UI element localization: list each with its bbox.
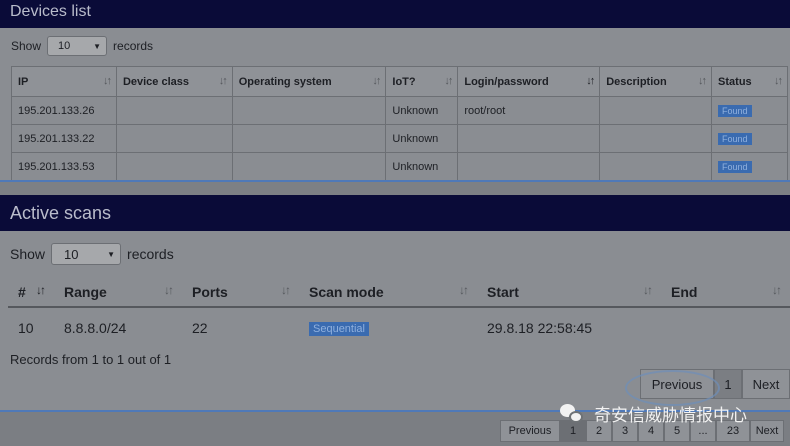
cell-number: 10 (18, 319, 34, 336)
cell-description (599, 124, 713, 153)
table-row[interactable]: 195.201.133.22 Unknown Found (11, 124, 788, 153)
column-header-start[interactable]: Start ↓↑ (477, 277, 661, 308)
show-label: Show (10, 246, 46, 262)
devices-table: IP ↓↑ Device class ↓↑ Operating system ↓↑ I… (11, 66, 788, 180)
devices-page-size-control: Show 10 ▼ records (11, 36, 153, 56)
scans-page-size-select[interactable]: 10 ▼ (51, 243, 122, 265)
cell-ip: 195.201.133.26 (11, 96, 117, 125)
wechat-icon (560, 403, 584, 424)
cell-device-class (115, 152, 233, 180)
cell-login-password: root/root (457, 96, 601, 125)
show-label: Show (11, 39, 42, 53)
sort-icon: ↓↑ (774, 75, 783, 87)
table-header-row: # ↓↑ Range ↓↑ Ports ↓↑ Scan mode ↓↑ Start ↓↑ … (8, 277, 790, 308)
status-badge: Found (718, 160, 752, 173)
column-header-end[interactable]: End ↓↑ (661, 277, 790, 308)
table-row[interactable]: 195.201.133.26 Unknown root/root Found (11, 96, 788, 125)
table-header-row: IP ↓↑ Device class ↓↑ Operating system ↓↑ I… (11, 66, 788, 97)
records-label: records (113, 39, 154, 53)
column-header-iot[interactable]: IoT? ↓↑ (385, 66, 459, 97)
next-page-button[interactable]: Next (742, 369, 790, 399)
cell-iot: Unknown (385, 124, 459, 153)
watermark-text: 奇安信威胁情报中心 (594, 406, 747, 425)
cell-device-class (115, 124, 233, 153)
cell-range: 8.8.8.0/24 (64, 319, 127, 336)
cell-description (599, 96, 713, 125)
cell-status: Found (711, 152, 788, 180)
sort-active-icon: ↓↑ (36, 283, 46, 297)
scans-table: # ↓↑ Range ↓↑ Ports ↓↑ Scan mode ↓↑ Start ↓↑ … (8, 277, 790, 347)
column-header-number[interactable]: # ↓↑ (8, 277, 54, 308)
cell-status: Found (711, 124, 788, 153)
chevron-down-icon: ▼ (93, 41, 102, 51)
cell-login-password (457, 124, 601, 153)
cell-scan-mode: Sequential (299, 307, 477, 347)
sort-icon: ↓↑ (444, 75, 453, 87)
sort-icon: ↓↑ (281, 283, 291, 297)
scans-page-size-control: Show 10 ▼ records (10, 243, 174, 265)
cell-end (661, 307, 790, 347)
divider (0, 182, 790, 195)
sort-icon: ↓↑ (459, 283, 469, 297)
cell-login-password (457, 152, 601, 180)
cell-operating-system (231, 124, 387, 153)
column-header-ip[interactable]: IP ↓↑ (11, 66, 117, 97)
column-header-range[interactable]: Range ↓↑ (54, 277, 182, 308)
sort-icon: ↓↑ (102, 75, 112, 87)
previous-page-button[interactable]: Previous (500, 420, 560, 442)
sort-icon: ↓↑ (372, 75, 381, 87)
table-row[interactable]: 10 8.8.8.0/24 22 Sequential 29.8.18 22:5… (8, 307, 790, 347)
devices-page-size-select[interactable]: 10 ▼ (47, 36, 108, 56)
sort-icon: ↓↑ (643, 283, 653, 297)
column-header-ports[interactable]: Ports ↓↑ (182, 277, 299, 308)
status-badge: Found (718, 132, 752, 145)
cell-description (599, 152, 713, 180)
cell-iot: Unknown (385, 152, 459, 180)
scan-mode-badge: Sequential (309, 322, 369, 336)
cell-start: 29.8.18 22:58:45 (487, 319, 593, 336)
cell-status: Found (711, 96, 788, 125)
status-badge: Found (718, 104, 752, 117)
devices-list-title: Devices list (0, 0, 790, 28)
cell-ports: 22 (192, 319, 208, 336)
sort-icon: ↓↑ (218, 75, 228, 87)
cell-ip: 195.201.133.53 (11, 152, 117, 180)
devices-list-panel: Show 10 ▼ records IP ↓↑ Device class ↓↑ Op… (0, 28, 790, 180)
column-header-device-class[interactable]: Device class ↓↑ (115, 66, 233, 97)
page-size-value: 10 (64, 246, 79, 262)
watermark: 奇安信威胁情报中心 (560, 401, 747, 426)
cell-operating-system (231, 96, 387, 125)
sort-icon: ↓↑ (772, 283, 782, 297)
chevron-down-icon: ▼ (107, 249, 116, 259)
sort-icon: ↓↑ (698, 75, 707, 87)
records-label: records (127, 246, 174, 262)
column-header-description[interactable]: Description ↓↑ (599, 66, 713, 97)
cell-device-class (115, 96, 233, 125)
table-row[interactable]: 195.201.133.53 Unknown Found (11, 152, 788, 180)
sort-icon: ↓↑ (164, 283, 174, 297)
column-header-scan-mode[interactable]: Scan mode ↓↑ (299, 277, 477, 308)
page-size-value: 10 (58, 40, 71, 52)
cell-ip: 195.201.133.22 (11, 124, 117, 153)
cell-operating-system (231, 152, 387, 180)
active-scans-title: Active scans (0, 195, 790, 231)
column-header-operating-system[interactable]: Operating system ↓↑ (231, 66, 387, 97)
column-header-login-password[interactable]: Login/password ↓↑ (457, 66, 601, 97)
column-header-status[interactable]: Status ↓↑ (711, 66, 788, 97)
records-info: Records from 1 to 1 out of 1 (10, 352, 172, 367)
sort-active-icon: ↓↑ (586, 75, 595, 87)
cell-iot: Unknown (385, 96, 459, 125)
next-page-button[interactable]: Next (750, 420, 784, 442)
